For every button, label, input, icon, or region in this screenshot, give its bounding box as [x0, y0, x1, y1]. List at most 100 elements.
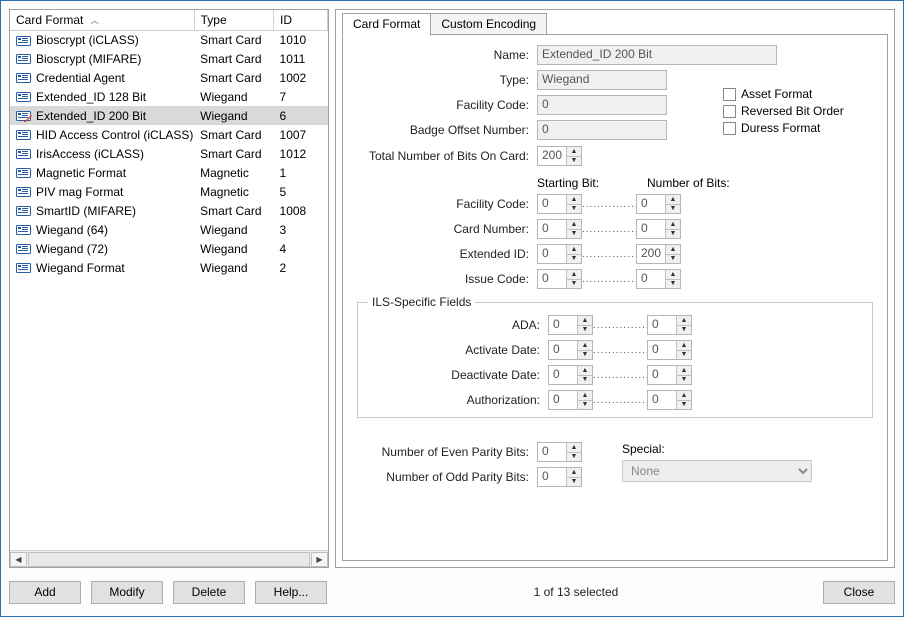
table-row[interactable]: Magnetic FormatMagnetic1 [10, 163, 328, 182]
table-row[interactable]: Wiegand (72)Wiegand4 [10, 239, 328, 258]
sort-ascending-icon: ︿ [87, 16, 99, 25]
stepper-up-icon[interactable]: ▲ [567, 147, 581, 157]
delete-button[interactable]: Delete [173, 581, 245, 604]
stepper-down-icon[interactable]: ▼ [567, 255, 581, 264]
row-id: 5 [274, 182, 328, 201]
table-row[interactable]: HID Access Control (iCLASS)Smart Card100… [10, 125, 328, 144]
stepper-up-icon[interactable]: ▲ [567, 468, 581, 478]
facility-code-bits-stepper[interactable]: 0▲▼ [636, 194, 681, 214]
row-id: 1012 [274, 144, 328, 163]
stepper-down-icon[interactable]: ▼ [578, 376, 592, 385]
column-header-type[interactable]: Type [194, 10, 273, 30]
stepper-up-icon[interactable]: ▲ [578, 366, 592, 376]
stepper-up-icon[interactable]: ▲ [567, 220, 581, 230]
stepper-up-icon[interactable]: ▲ [567, 195, 581, 205]
deactivate-date-row-label: Deactivate Date: [368, 368, 548, 382]
activate-date-start-stepper[interactable]: 0▲▼ [548, 340, 593, 360]
tab-custom-encoding[interactable]: Custom Encoding [430, 13, 547, 36]
special-select[interactable]: None [622, 460, 812, 482]
ada-bits-stepper[interactable]: 0▲▼ [647, 315, 692, 335]
tab-card-format[interactable]: Card Format [342, 13, 431, 36]
scroll-left-icon[interactable]: ◀ [10, 552, 27, 567]
table-row[interactable]: Bioscrypt (MIFARE)Smart Card1011 [10, 49, 328, 68]
stepper-down-icon[interactable]: ▼ [677, 351, 691, 360]
scroll-thumb[interactable] [28, 552, 310, 567]
add-button[interactable]: Add [9, 581, 81, 604]
card-number-bits-stepper[interactable]: 0▲▼ [636, 219, 681, 239]
table-row[interactable]: Wiegand (64)Wiegand3 [10, 220, 328, 239]
table-row[interactable]: Bioscrypt (iCLASS)Smart Card1010 [10, 30, 328, 49]
row-type: Smart Card [194, 201, 273, 220]
stepper-up-icon[interactable]: ▲ [666, 245, 680, 255]
column-header-card-format[interactable]: Card Format ︿ [10, 10, 194, 30]
dots-separator: .................. [593, 395, 647, 406]
deactivate-date-bits-stepper[interactable]: 0▲▼ [647, 365, 692, 385]
stepper-up-icon[interactable]: ▲ [567, 245, 581, 255]
ada-start-stepper[interactable]: 0▲▼ [548, 315, 593, 335]
stepper-down-icon[interactable]: ▼ [567, 280, 581, 289]
modify-button[interactable]: Modify [91, 581, 163, 604]
row-type: Smart Card [194, 125, 273, 144]
stepper-down-icon[interactable]: ▼ [666, 280, 680, 289]
table-row[interactable]: Extended_ID 200 BitWiegand6 [10, 106, 328, 125]
reversed-bit-checkbox[interactable]: Reversed Bit Order [723, 104, 844, 118]
stepper-up-icon[interactable]: ▲ [567, 443, 581, 453]
total-bits-stepper[interactable]: 200▲▼ [537, 146, 582, 166]
stepper-up-icon[interactable]: ▲ [666, 195, 680, 205]
help-button[interactable]: Help... [255, 581, 327, 604]
stepper-up-icon[interactable]: ▲ [677, 316, 691, 326]
activate-date-bits-stepper[interactable]: 0▲▼ [647, 340, 692, 360]
stepper-down-icon[interactable]: ▼ [578, 351, 592, 360]
table-row[interactable]: PIV mag FormatMagnetic5 [10, 182, 328, 201]
even-parity-stepper[interactable]: 0▲▼ [537, 442, 582, 462]
close-button[interactable]: Close [823, 581, 895, 604]
facility-code-start-stepper[interactable]: 0▲▼ [537, 194, 582, 214]
duress-format-checkbox[interactable]: Duress Format [723, 121, 844, 135]
right-column: Card Format Custom Encoding Name: Extend… [335, 9, 895, 568]
activate-date-row-label: Activate Date: [368, 343, 548, 357]
table-row[interactable]: Wiegand FormatWiegand2 [10, 258, 328, 277]
stepper-down-icon[interactable]: ▼ [677, 376, 691, 385]
stepper-up-icon[interactable]: ▲ [677, 391, 691, 401]
stepper-down-icon[interactable]: ▼ [567, 205, 581, 214]
issue-code-start-stepper[interactable]: 0▲▼ [537, 269, 582, 289]
card-number-start-stepper[interactable]: 0▲▼ [537, 219, 582, 239]
stepper-up-icon[interactable]: ▲ [677, 366, 691, 376]
stepper-down-icon[interactable]: ▼ [567, 230, 581, 239]
row-name: Wiegand (64) [36, 223, 108, 237]
table-row[interactable]: Extended_ID 128 BitWiegand7 [10, 87, 328, 106]
table-row[interactable]: SmartID (MIFARE)Smart Card1008 [10, 201, 328, 220]
deactivate-date-start-stepper[interactable]: 0▲▼ [548, 365, 593, 385]
table-row[interactable]: IrisAccess (iCLASS)Smart Card1012 [10, 144, 328, 163]
stepper-down-icon[interactable]: ▼ [567, 478, 581, 487]
asset-format-checkbox[interactable]: Asset Format [723, 87, 844, 101]
stepper-up-icon[interactable]: ▲ [666, 270, 680, 280]
horizontal-scrollbar[interactable]: ◀ ▶ [10, 550, 328, 567]
stepper-down-icon[interactable]: ▼ [578, 326, 592, 335]
stepper-up-icon[interactable]: ▲ [578, 341, 592, 351]
stepper-down-icon[interactable]: ▼ [567, 453, 581, 462]
stepper-up-icon[interactable]: ▲ [578, 316, 592, 326]
stepper-up-icon[interactable]: ▲ [666, 220, 680, 230]
stepper-up-icon[interactable]: ▲ [677, 341, 691, 351]
stepper-down-icon[interactable]: ▼ [666, 205, 680, 214]
extended-id-start-stepper[interactable]: 0▲▼ [537, 244, 582, 264]
stepper-up-icon[interactable]: ▲ [567, 270, 581, 280]
table-row[interactable]: Credential AgentSmart Card1002 [10, 68, 328, 87]
authorization-row-label: Authorization: [368, 393, 548, 407]
issue-code-bits-stepper[interactable]: 0▲▼ [636, 269, 681, 289]
column-header-id[interactable]: ID [274, 10, 328, 30]
stepper-down-icon[interactable]: ▼ [578, 401, 592, 410]
stepper-up-icon[interactable]: ▲ [578, 391, 592, 401]
stepper-down-icon[interactable]: ▼ [567, 157, 581, 166]
authorization-start-stepper[interactable]: 0▲▼ [548, 390, 593, 410]
stepper-down-icon[interactable]: ▼ [677, 401, 691, 410]
odd-parity-stepper[interactable]: 0▲▼ [537, 467, 582, 487]
stepper-down-icon[interactable]: ▼ [677, 326, 691, 335]
stepper-down-icon[interactable]: ▼ [666, 255, 680, 264]
extended-id-bits-stepper[interactable]: 200▲▼ [636, 244, 681, 264]
stepper-down-icon[interactable]: ▼ [666, 230, 680, 239]
even-parity-label: Number of Even Parity Bits: [357, 445, 537, 459]
authorization-bits-stepper[interactable]: 0▲▼ [647, 390, 692, 410]
scroll-right-icon[interactable]: ▶ [311, 552, 328, 567]
